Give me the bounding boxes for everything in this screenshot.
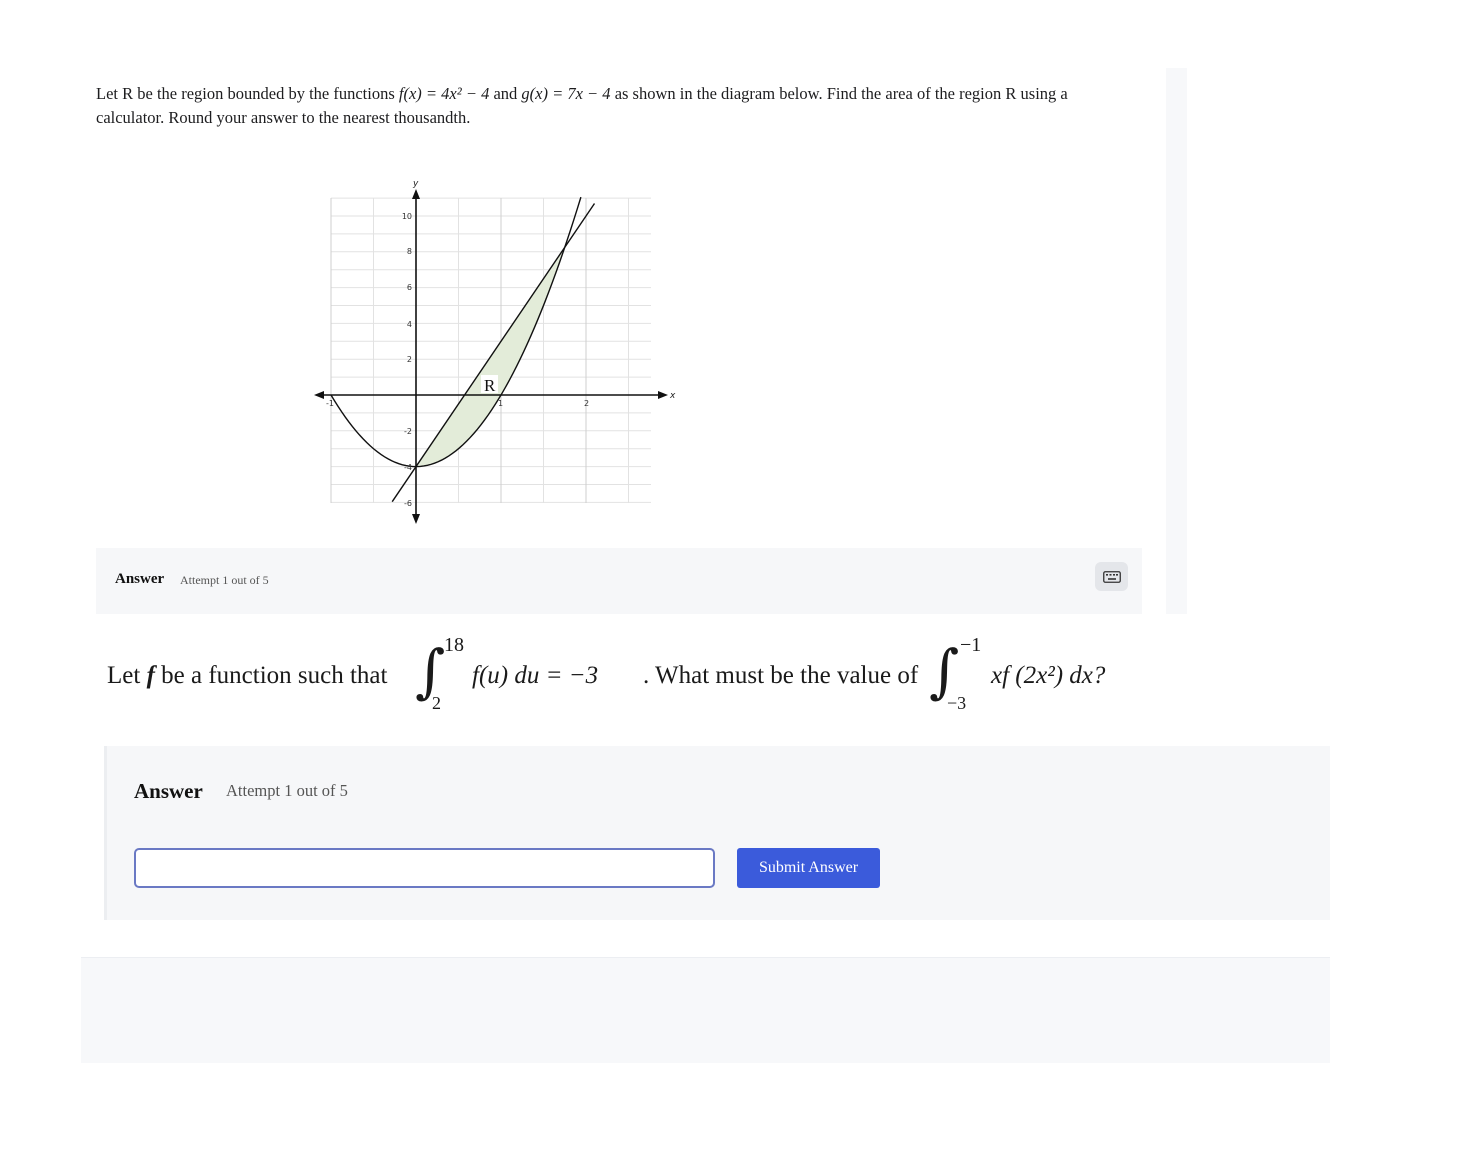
x-tick-2: 2 bbox=[584, 399, 589, 408]
x-tick-1: 1 bbox=[498, 399, 503, 408]
y-tick-10: 10 bbox=[402, 212, 412, 221]
side-scroll-strip bbox=[1166, 68, 1187, 614]
integral-2-upper: −1 bbox=[960, 634, 982, 656]
keyboard-button[interactable] bbox=[1095, 562, 1128, 591]
y-tick--4: -4 bbox=[404, 463, 412, 472]
y-tick-2: 2 bbox=[407, 355, 412, 364]
answer-label-1: Answer bbox=[115, 571, 165, 587]
integral-sign-2: ∫ bbox=[929, 637, 960, 705]
q2-let-text: Let bbox=[107, 662, 147, 689]
line-g bbox=[391, 203, 596, 503]
attempt-counter-1: Attempt 1 out of 5 bbox=[180, 573, 269, 587]
answer-input[interactable] bbox=[134, 848, 715, 888]
integral-2-body: xf (2x²) dx? bbox=[991, 662, 1106, 689]
y-tick-8: 8 bbox=[407, 247, 412, 256]
x-axis-label: x bbox=[669, 391, 676, 401]
attempt-counter-2: Attempt 1 out of 5 bbox=[226, 781, 348, 800]
y-axis-down-arrow bbox=[412, 514, 420, 524]
submit-answer-button[interactable]: Submit Answer bbox=[737, 848, 880, 888]
q1-intro: Let R be the region bounded by the funct… bbox=[96, 84, 399, 103]
q2-be-function: be a function such that bbox=[154, 662, 388, 689]
y-tick-4: 4 bbox=[407, 320, 412, 329]
graph-grid bbox=[331, 197, 651, 503]
x-axis-right-arrow bbox=[658, 391, 668, 399]
x-tick--1: -1 bbox=[326, 399, 334, 408]
integral-1-lower: 2 bbox=[432, 693, 441, 713]
q2-f-symbol: f bbox=[146, 662, 155, 689]
integral-1-body: f(u) du = −3 bbox=[472, 662, 599, 689]
answer-panel-2 bbox=[104, 746, 1330, 920]
g-expression: g(x) = 7x − 4 bbox=[521, 84, 611, 103]
region-label: R bbox=[484, 376, 496, 395]
f-expression: f(x) = 4x² − 4 bbox=[398, 84, 490, 103]
question-2: Let f be a function such that ∫ 18 2 f(u… bbox=[107, 632, 1207, 722]
integral-2-lower: −3 bbox=[947, 693, 967, 713]
region-graph: x y -1 1 2 10 8 6 4 2 -2 -4 -6 R bbox=[310, 176, 680, 528]
y-axis-label: y bbox=[412, 179, 419, 189]
y-tick-6: 6 bbox=[407, 283, 412, 292]
q2-what-must: . What must be the value of bbox=[643, 662, 919, 689]
integral-sign-1: ∫ bbox=[415, 637, 446, 705]
q1-and: and bbox=[489, 84, 522, 103]
y-tick--6: -6 bbox=[404, 499, 412, 508]
y-tick--2: -2 bbox=[404, 427, 412, 436]
x-axis-left-arrow bbox=[314, 391, 324, 399]
graph-svg: x y -1 1 2 10 8 6 4 2 -2 -4 -6 R bbox=[314, 179, 676, 524]
bottom-panel bbox=[81, 957, 1330, 1063]
y-axis-up-arrow bbox=[412, 189, 420, 199]
integral-1-upper: 18 bbox=[444, 634, 464, 656]
answer-label-2: Answer bbox=[134, 779, 203, 803]
answer-panel-2-edge bbox=[104, 746, 107, 920]
q2-let: Let f be a function such that bbox=[107, 662, 387, 690]
keyboard-icon bbox=[1102, 570, 1121, 583]
question-1-text: Let R be the region bounded by the funct… bbox=[96, 82, 1126, 130]
